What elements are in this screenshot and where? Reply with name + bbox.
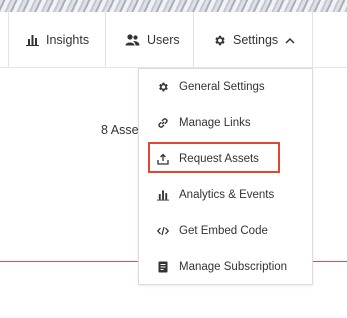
nav-settings-label: Settings <box>233 33 279 47</box>
app-screen: Insights Users Settings 8 Asse General S… <box>0 0 347 318</box>
nav-users[interactable]: Users <box>125 12 180 68</box>
menu-item-label: Manage Links <box>179 117 251 129</box>
menu-item-general-settings[interactable]: General Settings <box>139 72 314 102</box>
users-icon <box>125 34 140 46</box>
menu-item-request-assets[interactable]: Request Assets <box>139 144 314 174</box>
gear-icon <box>139 81 175 93</box>
menu-item-manage-subscription[interactable]: Manage Subscription <box>139 252 314 282</box>
settings-dropdown-menu: General Settings Manage Links Request As… <box>138 68 313 285</box>
assets-count-text: 8 Asse <box>101 123 139 137</box>
gear-icon <box>213 34 226 47</box>
menu-item-label: Analytics & Events <box>179 189 275 201</box>
upload-icon <box>139 153 175 165</box>
nav-divider <box>312 12 313 68</box>
nav-settings[interactable]: Settings <box>213 12 295 68</box>
nav-users-label: Users <box>147 33 180 47</box>
menu-item-label: Get Embed Code <box>179 225 268 237</box>
bar-chart-icon <box>139 189 175 201</box>
code-icon <box>139 226 175 236</box>
document-icon <box>139 261 175 273</box>
menu-item-label: Manage Subscription <box>179 261 288 273</box>
menu-item-label: General Settings <box>179 81 265 93</box>
nav-divider <box>105 12 106 68</box>
menu-item-analytics-events[interactable]: Analytics & Events <box>139 180 314 210</box>
nav-divider <box>8 12 9 68</box>
menu-item-label: Request Assets <box>179 153 259 165</box>
menu-item-manage-links[interactable]: Manage Links <box>139 108 314 138</box>
menu-item-get-embed-code[interactable]: Get Embed Code <box>139 216 314 246</box>
bar-chart-icon <box>26 34 39 46</box>
chevron-up-icon <box>285 37 295 44</box>
header-banner-image <box>0 0 347 12</box>
nav-divider <box>193 12 194 68</box>
link-icon <box>139 117 175 129</box>
nav-insights-label: Insights <box>46 33 90 47</box>
nav-insights[interactable]: Insights <box>26 12 89 68</box>
